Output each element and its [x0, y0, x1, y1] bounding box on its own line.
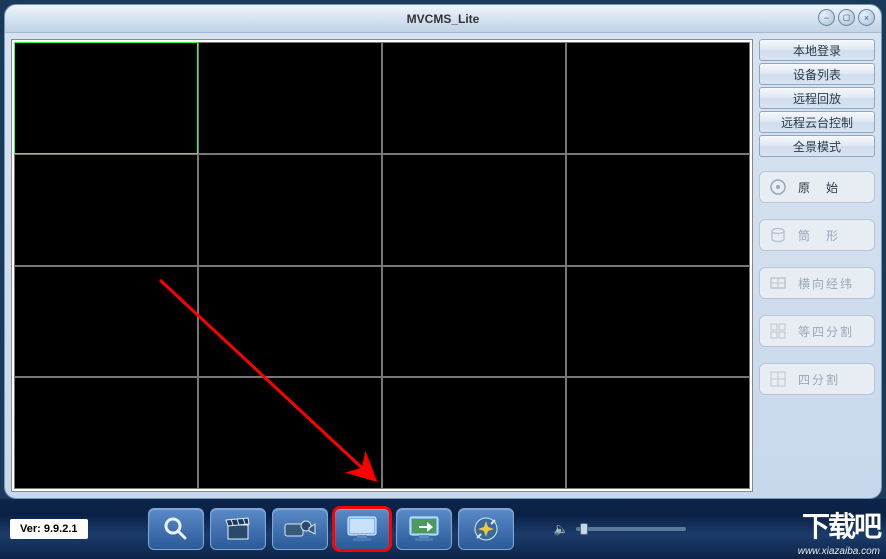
video-cell[interactable] [198, 377, 382, 489]
clapper-icon[interactable] [210, 508, 266, 550]
version-label: Ver: 9.9.2.1 [10, 519, 88, 539]
globe-icon [768, 273, 788, 293]
content-area: 本地登录设备列表远程回放远程云台控制全景模式 原 始筒 形横向经纬等四分割四分割 [5, 33, 881, 498]
mode-label: 原 始 [798, 179, 840, 196]
monitor-arrow-icon[interactable] [396, 508, 452, 550]
maximize-button[interactable]: ◻ [838, 9, 855, 26]
window-title: MVCMS_Lite [407, 12, 480, 26]
mode-label: 横向经纬 [798, 275, 854, 292]
video-cell[interactable] [566, 154, 750, 266]
disc-icon [768, 177, 788, 197]
search-icon[interactable] [148, 508, 204, 550]
video-cell[interactable] [198, 266, 382, 378]
video-grid [14, 42, 750, 489]
app-window: MVCMS_Lite − ◻ × 本地登录设备列表远程回放远程云台控制全景模式 … [4, 4, 882, 499]
sidebar-button-4[interactable]: 全景模式 [759, 135, 875, 157]
sidebar-button-1[interactable]: 设备列表 [759, 63, 875, 85]
mode-label: 等四分割 [798, 323, 854, 340]
video-cell[interactable] [382, 377, 566, 489]
mode-label: 筒 形 [798, 227, 840, 244]
titlebar: MVCMS_Lite − ◻ × [5, 5, 881, 33]
mode-button-2[interactable]: 横向经纬 [759, 267, 875, 299]
volume-control: 🔈 [554, 522, 687, 536]
video-cell[interactable] [198, 154, 382, 266]
watermark-brand: 下载吧 [802, 505, 880, 545]
video-cell[interactable] [198, 42, 382, 154]
split4-icon [768, 369, 788, 389]
grid4-icon [768, 321, 788, 341]
sidebar: 本地登录设备列表远程回放远程云台控制全景模式 原 始筒 形横向经纬等四分割四分割 [759, 33, 881, 498]
volume-slider[interactable] [576, 527, 686, 531]
cylinder-icon [768, 225, 788, 245]
mode-label: 四分割 [798, 371, 840, 388]
sidebar-button-0[interactable]: 本地登录 [759, 39, 875, 61]
minimize-button[interactable]: − [818, 9, 835, 26]
bottom-toolbar: Ver: 9.9.2.1 🔈 [0, 499, 886, 559]
sidebar-button-2[interactable]: 远程回放 [759, 87, 875, 109]
mode-button-1[interactable]: 筒 形 [759, 219, 875, 251]
video-cell[interactable] [382, 42, 566, 154]
video-cell[interactable] [566, 42, 750, 154]
video-cell[interactable] [14, 266, 198, 378]
close-button[interactable]: × [858, 9, 875, 26]
mode-button-0[interactable]: 原 始 [759, 171, 875, 203]
watermark-url: www.xiazaiba.com [798, 546, 880, 557]
video-cell[interactable] [382, 266, 566, 378]
video-cell[interactable] [382, 154, 566, 266]
settings-tool-icon[interactable] [458, 508, 514, 550]
video-cell[interactable] [566, 377, 750, 489]
mode-button-3[interactable]: 等四分割 [759, 315, 875, 347]
tool-icons [148, 508, 514, 550]
sidebar-button-3[interactable]: 远程云台控制 [759, 111, 875, 133]
monitor-icon[interactable] [334, 508, 390, 550]
camcorder-icon[interactable] [272, 508, 328, 550]
volume-thumb[interactable] [580, 523, 588, 535]
window-controls: − ◻ × [818, 9, 875, 26]
video-cell[interactable] [14, 42, 198, 154]
mode-button-4[interactable]: 四分割 [759, 363, 875, 395]
video-area [11, 39, 753, 492]
speaker-icon: 🔈 [554, 522, 569, 536]
video-cell[interactable] [14, 377, 198, 489]
video-cell[interactable] [14, 154, 198, 266]
video-cell[interactable] [566, 266, 750, 378]
